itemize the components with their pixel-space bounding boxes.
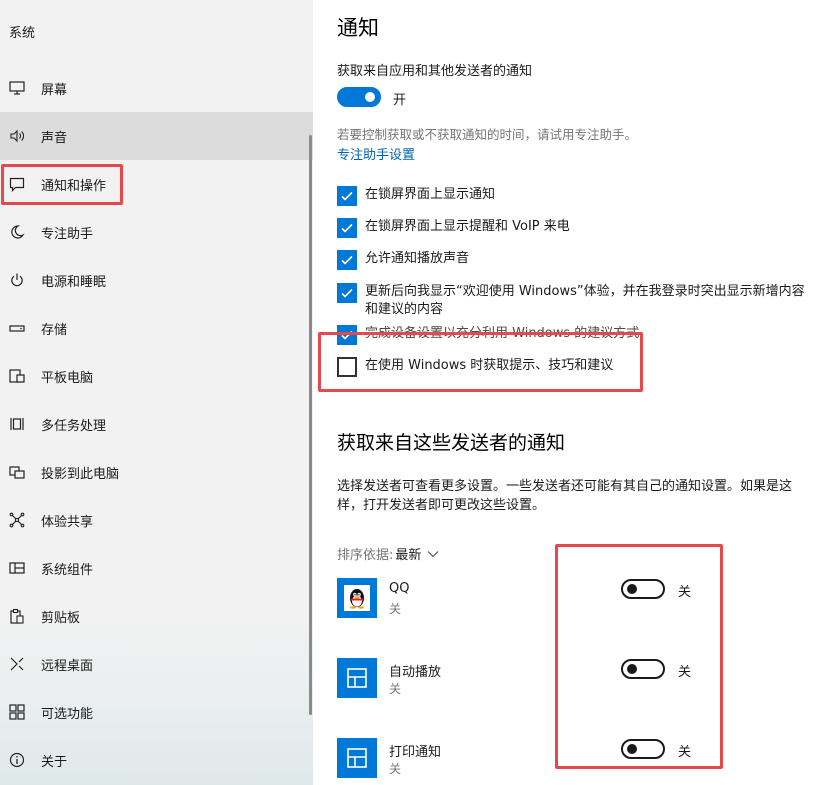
sidebar-item-remote-desktop[interactable]: 远程桌面 [0,640,313,688]
sidebar-item-label: 平板电脑 [41,370,94,386]
toggle-knob [365,92,375,102]
sidebar: 系统 屏幕 声音 通知和操作 专注助手 电源和睡眠 存储 平板电脑 多任务处理 … [0,0,313,785]
sidebar-item-label: 声音 [41,130,68,146]
page-title: 通知 [337,16,379,40]
sidebar-item-label: 多任务处理 [41,418,107,434]
checkbox-label: 允许通知播放声音 [365,251,470,266]
checkmark-icon [341,223,353,233]
sidebar-item-label: 体验共享 [41,514,94,530]
sender-status: 关 [389,762,402,776]
sidebar-item-optional-features[interactable]: 可选功能 [0,688,313,736]
sidebar-item-label: 存储 [41,322,68,338]
storage-icon [8,319,26,337]
checkbox-label: 更新后向我显示“欢迎使用 Windows”体验，并在我登录时突出显示新增内容和建… [365,284,805,317]
moon-icon [8,223,26,241]
info-icon [8,751,26,769]
project-icon [8,463,26,481]
checkbox[interactable] [337,186,357,206]
sidebar-item-label: 关于 [41,754,68,770]
highlight-box-tips [318,332,643,392]
highlight-box-sender-toggles [555,544,723,769]
print-notification-icon [337,738,377,778]
speaker-icon [8,127,26,145]
sidebar-item-label: 远程桌面 [41,658,94,674]
sidebar-item-label: 可选功能 [41,706,94,722]
checkbox-label: 在锁屏界面上显示提醒和 VoIP 来电 [365,219,570,234]
sidebar-item-label: 系统组件 [41,562,94,578]
sidebar-item-multitasking[interactable]: 多任务处理 [0,400,313,448]
checkbox-row-lockscreen-voip[interactable]: 在锁屏界面上显示提醒和 VoIP 来电 [337,218,785,238]
tablet-icon [8,367,26,385]
checkbox-row-welcome-experience[interactable]: 更新后向我显示“欢迎使用 Windows”体验，并在我登录时突出显示新增内容和建… [337,283,805,319]
sidebar-item-shared-experiences[interactable]: 体验共享 [0,496,313,544]
sender-name: 自动播放 [389,665,442,680]
sidebar-item-focus-assist[interactable]: 专注助手 [0,208,313,256]
clipboard-icon [8,607,26,625]
chevron-down-icon [427,550,439,557]
sidebar-item-sound[interactable]: 声音 [0,112,313,160]
sidebar-item-display[interactable]: 屏幕 [0,64,313,112]
sidebar-item-power[interactable]: 电源和睡眠 [0,256,313,304]
checkbox-row-lockscreen-notifications[interactable]: 在锁屏界面上显示通知 [337,186,785,206]
sender-name: QQ [389,581,410,596]
qq-penguin-icon [337,578,377,618]
sender-status: 关 [389,602,402,616]
senders-section-title: 获取来自这些发送者的通知 [337,432,566,454]
sender-name: 打印通知 [389,745,442,760]
checkbox[interactable] [337,283,357,303]
sidebar-item-label: 剪贴板 [41,610,81,626]
power-icon [8,271,26,289]
sidebar-scrollbar[interactable] [309,135,312,715]
checkbox[interactable] [337,218,357,238]
senders-section-description: 选择发送者可查看更多设置。一些发送者还可能有其自己的通知设置。如果是这样，打开发… [337,479,793,513]
checkmark-icon [341,191,353,201]
multitask-icon [8,415,26,433]
sender-status: 关 [389,682,402,696]
get-notifications-toggle[interactable] [337,87,381,107]
sidebar-item-label: 投影到此电脑 [41,466,120,482]
get-notifications-state: 开 [393,93,407,108]
main-content: 通知 获取来自应用和其他发送者的通知 开 若要控制获取或不获取通知的时间，请试用… [313,0,830,785]
display-icon [8,79,26,97]
sidebar-item-project[interactable]: 投影到此电脑 [0,448,313,496]
remote-desktop-icon [8,655,26,673]
sort-label: 排序依据: [337,548,394,563]
components-icon [8,559,26,577]
optional-features-icon [8,703,26,721]
checkmark-icon [341,288,353,298]
sidebar-item-label: 屏幕 [41,82,68,98]
highlight-box-notifications [1,164,123,205]
checkbox-row-notification-sounds[interactable]: 允许通知播放声音 [337,250,785,270]
checkbox-label: 在锁屏界面上显示通知 [365,187,496,202]
sidebar-item-system-components[interactable]: 系统组件 [0,544,313,592]
sidebar-item-label: 电源和睡眠 [41,274,107,290]
sort-value: 最新 [395,548,422,563]
autoplay-icon [337,658,377,698]
sidebar-item-label: 专注助手 [41,226,94,242]
checkbox[interactable] [337,250,357,270]
sidebar-item-storage[interactable]: 存储 [0,304,313,352]
get-notifications-label: 获取来自应用和其他发送者的通知 [337,64,533,79]
sort-dropdown[interactable]: 排序依据: 最新 [337,544,439,563]
share-icon [8,511,26,529]
checkmark-icon [341,255,353,265]
focus-assist-settings-link[interactable]: 专注助手设置 [337,144,415,163]
sidebar-item-tablet[interactable]: 平板电脑 [0,352,313,400]
sidebar-item-about[interactable]: 关于 [0,736,313,784]
sidebar-item-clipboard[interactable]: 剪贴板 [0,592,313,640]
sidebar-title: 系统 [9,26,36,41]
focus-assist-hint: 若要控制获取或不获取通知的时间，请试用专注助手。 [337,127,638,142]
